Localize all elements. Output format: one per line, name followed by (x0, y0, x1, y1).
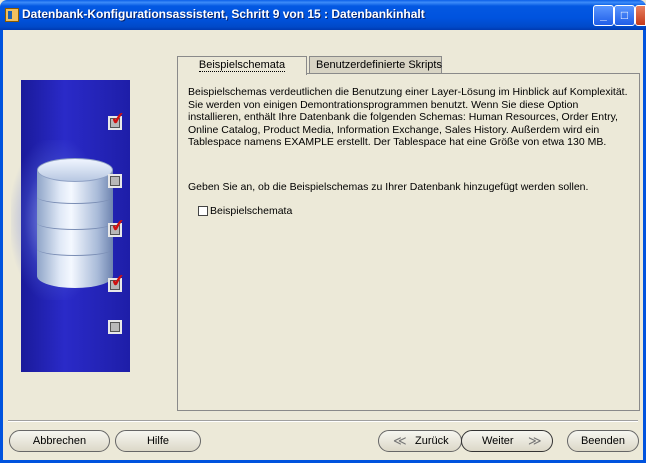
back-button[interactable]: ≪ Zurück (378, 430, 462, 452)
checkmark-icon: ✔ (109, 108, 127, 130)
tab-label: Benutzerdefinierte Skripts (316, 59, 442, 71)
minimize-button[interactable]: _ (593, 5, 614, 26)
database-icon (37, 158, 113, 288)
maximize-button[interactable]: □ (614, 5, 635, 26)
tab-benutzerdefinierte-skripts[interactable]: Benutzerdefinierte Skripts (309, 56, 442, 74)
next-arrow-icon: ≫ (528, 433, 542, 448)
back-label: Zurück (415, 435, 449, 447)
finish-button[interactable]: Beenden (567, 430, 639, 452)
help-label: Hilfe (146, 435, 169, 447)
next-button[interactable]: Weiter ≫ (461, 430, 553, 452)
finish-label: Beenden (580, 435, 626, 447)
database-ring (37, 242, 113, 256)
cancel-label: Abbrechen (32, 435, 87, 447)
window-title: Datenbank-Konfigurationsassistent, Schri… (22, 7, 425, 21)
tab-label: Beispielschemata (198, 59, 286, 72)
wizard-graphic: ✔ ✔ ✔ (11, 80, 130, 372)
step-checkbox-icon (108, 320, 122, 334)
question-text: Geben Sie an, ob die Beispielschemas zu … (188, 181, 589, 193)
cancel-button[interactable]: Abbrechen (9, 430, 110, 452)
database-ring (37, 216, 113, 230)
help-button[interactable]: Hilfe (115, 430, 201, 452)
database-ring (37, 190, 113, 204)
checkmark-icon: ✔ (109, 270, 127, 292)
close-button[interactable] (635, 5, 646, 26)
title-bar[interactable]: Datenbank-Konfigurationsassistent, Schri… (0, 0, 646, 30)
sample-schemas-checkbox-label[interactable]: Beispielschemata (210, 205, 292, 217)
app-icon (5, 8, 19, 22)
description-text: Beispielschemas verdeutlichen die Benutz… (188, 86, 628, 148)
next-label: Weiter (482, 435, 514, 447)
step-checkbox-icon: ✔ (108, 215, 126, 237)
tab-panel: Beispielschemas verdeutlichen die Benutz… (177, 73, 640, 411)
step-checkbox-icon: ✔ (108, 108, 126, 130)
checkmark-icon: ✔ (109, 215, 127, 237)
database-top (37, 158, 113, 182)
step-checkbox-icon: ✔ (108, 270, 126, 292)
sample-schemas-checkbox[interactable] (198, 206, 208, 216)
step-checkbox-icon (108, 174, 122, 188)
back-arrow-icon: ≪ (393, 433, 407, 448)
tab-beispielschemata[interactable]: Beispielschemata (177, 56, 307, 75)
separator (8, 420, 638, 422)
database-base (37, 264, 113, 288)
